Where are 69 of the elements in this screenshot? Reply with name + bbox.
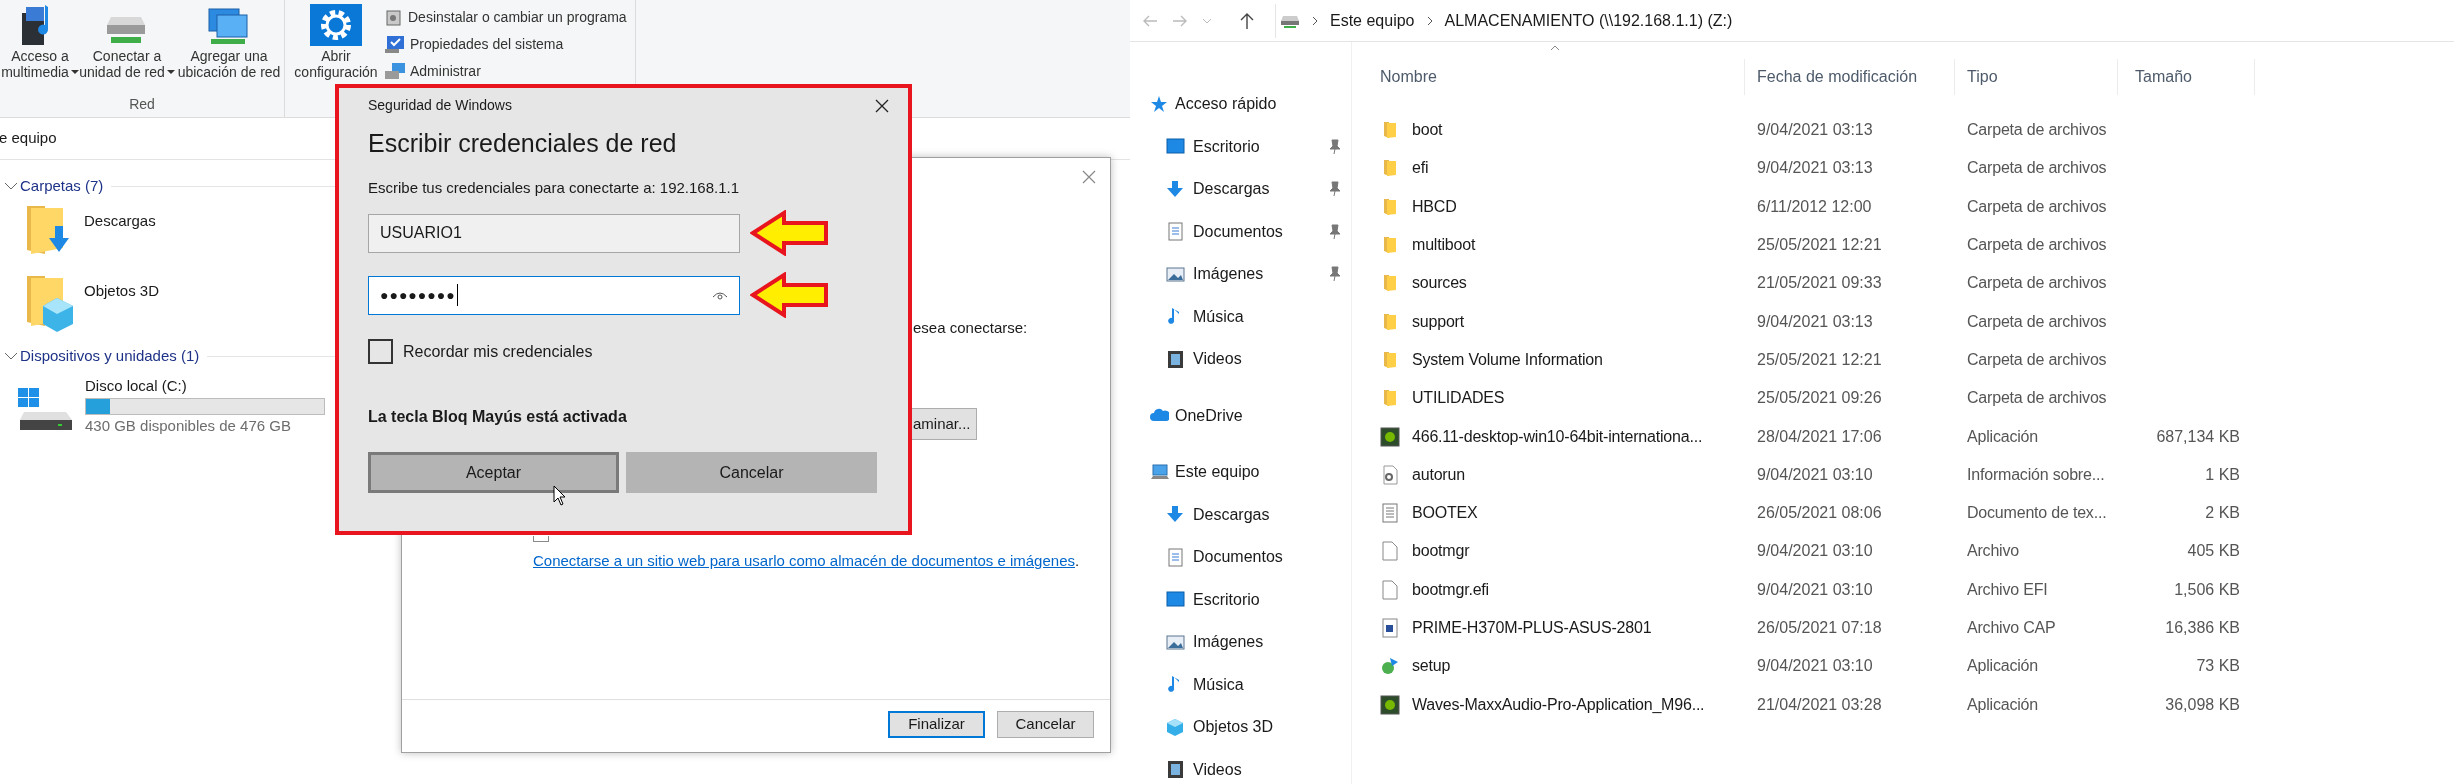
type-cell-text: Aplicación <box>1966 656 2039 677</box>
type-cell-text: Aplicación <box>1966 426 2039 447</box>
type-cell-text: Carpeta de archivos <box>1966 120 2108 141</box>
type-cell-text: Información sobre... <box>1966 464 2106 485</box>
size-cell-text: 405 KB <box>2186 541 2241 562</box>
date-cell-text: 25/05/2021 12:21 <box>1756 349 1883 370</box>
date-cell-text: 9/04/2021 03:10 <box>1756 656 1874 677</box>
date-cell-text: 25/05/2021 09:26 <box>1756 388 1883 409</box>
address-text: e equipo <box>0 128 57 149</box>
size-cell-text: 687,134 KB <box>2155 426 2241 447</box>
group-label: Red <box>129 96 155 112</box>
file-name: multiboot <box>1412 235 1476 256</box>
date-cell-text: 9/04/2021 03:13 <box>1756 311 1874 332</box>
dialog-heading: Escribir credenciales de red <box>368 128 678 158</box>
size-cell-text: 2 KB <box>2204 503 2241 524</box>
date-cell-text: 9/04/2021 03:10 <box>1756 579 1874 600</box>
type-cell-text: Aplicación <box>1966 694 2039 715</box>
size-cell-text: 16,386 KB <box>2164 618 2241 638</box>
type-cell-text: Documento de tex... <box>1966 503 2108 524</box>
date-cell-text: 9/04/2021 03:10 <box>1756 541 1874 562</box>
date-cell-text: 6/11/2012 12:00 <box>1756 196 1873 217</box>
window-title: Seguridad de Windows <box>368 96 512 115</box>
type-cell-text: Carpeta de archivos <box>1966 349 2108 370</box>
link-sentence: Conectarse a un sitio web para usarlo como almacén de documentos e imágenes. <box>533 551 1080 571</box>
file-name: 466.11-desktop-win10-64bit-internationa... <box>1412 426 1703 447</box>
file-name: efi <box>1412 158 1429 179</box>
date-cell-text: 21/05/2021 09:33 <box>1756 273 1883 294</box>
date-cell-text: 9/04/2021 03:13 <box>1756 158 1874 179</box>
prompt-text: Escribe tus credenciales para conectarte a: 192.168.1.1 <box>368 178 741 198</box>
date-cell-text: 21/04/2021 03:28 <box>1756 694 1883 715</box>
instruction-text: esea conectarse: <box>913 318 1028 338</box>
date-cell-text: 9/04/2021 03:13 <box>1756 120 1874 141</box>
file-name: PRIME-H370M-PLUS-ASUS-2801 <box>1412 618 1652 638</box>
file-name: System Volume Information <box>1412 349 1603 370</box>
caps-lock-warning: La tecla Bloq Mayús está activada <box>368 407 628 427</box>
date-cell-text: 25/05/2021 12:21 <box>1756 235 1883 256</box>
file-name: setup <box>1412 656 1451 677</box>
type-cell-text: Carpeta de archivos <box>1966 235 2108 256</box>
type-cell-text: Carpeta de archivos <box>1966 273 2108 294</box>
type-cell-text: Carpeta de archivos <box>1966 196 2108 217</box>
file-name: boot <box>1412 120 1443 141</box>
date-cell-text: 26/05/2021 08:06 <box>1756 503 1883 524</box>
size-cell-text: 73 KB <box>2195 656 2241 677</box>
type-cell-text: Carpeta de archivos <box>1966 388 2108 409</box>
type-cell-text: Archivo EFI <box>1966 579 2049 600</box>
date-cell-text: 9/04/2021 03:10 <box>1756 464 1874 485</box>
size-cell-text: 36,098 KB <box>2164 694 2241 715</box>
type-cell-text: Archivo CAP <box>1966 618 2057 638</box>
date-cell-text: 28/04/2021 17:06 <box>1756 426 1883 447</box>
file-name: bootmgr <box>1412 541 1470 562</box>
drive-name: Disco local (C:) <box>85 376 188 396</box>
size-cell-text: 1,506 KB <box>2173 579 2241 600</box>
type-cell-text: Carpeta de archivos <box>1966 311 2108 332</box>
file-name: support <box>1412 311 1464 332</box>
type-cell-text: Archivo <box>1966 541 2020 562</box>
free-space-text: 430 GB disponibles de 476 GB <box>85 416 292 436</box>
file-name: Waves-MaxxAudio-Pro-Application_M96... <box>1412 694 1705 715</box>
file-name: autorun <box>1412 464 1465 485</box>
date-cell-text: 26/05/2021 07:18 <box>1756 618 1883 638</box>
checkbox-label: Recordar mis credenciales <box>403 341 593 362</box>
folder-name: Objetos 3D <box>84 281 160 301</box>
folder-name: Descargas <box>84 211 156 231</box>
file-name: BOOTEX <box>1412 503 1478 524</box>
type-cell-text: Carpeta de archivos <box>1966 158 2108 179</box>
file-name: HBCD <box>1412 196 1457 217</box>
file-name: UTILIDADES <box>1412 388 1505 409</box>
file-name: bootmgr.efi <box>1412 579 1489 600</box>
size-cell-text: 1 KB <box>2204 464 2241 485</box>
file-name: sources <box>1412 273 1467 294</box>
